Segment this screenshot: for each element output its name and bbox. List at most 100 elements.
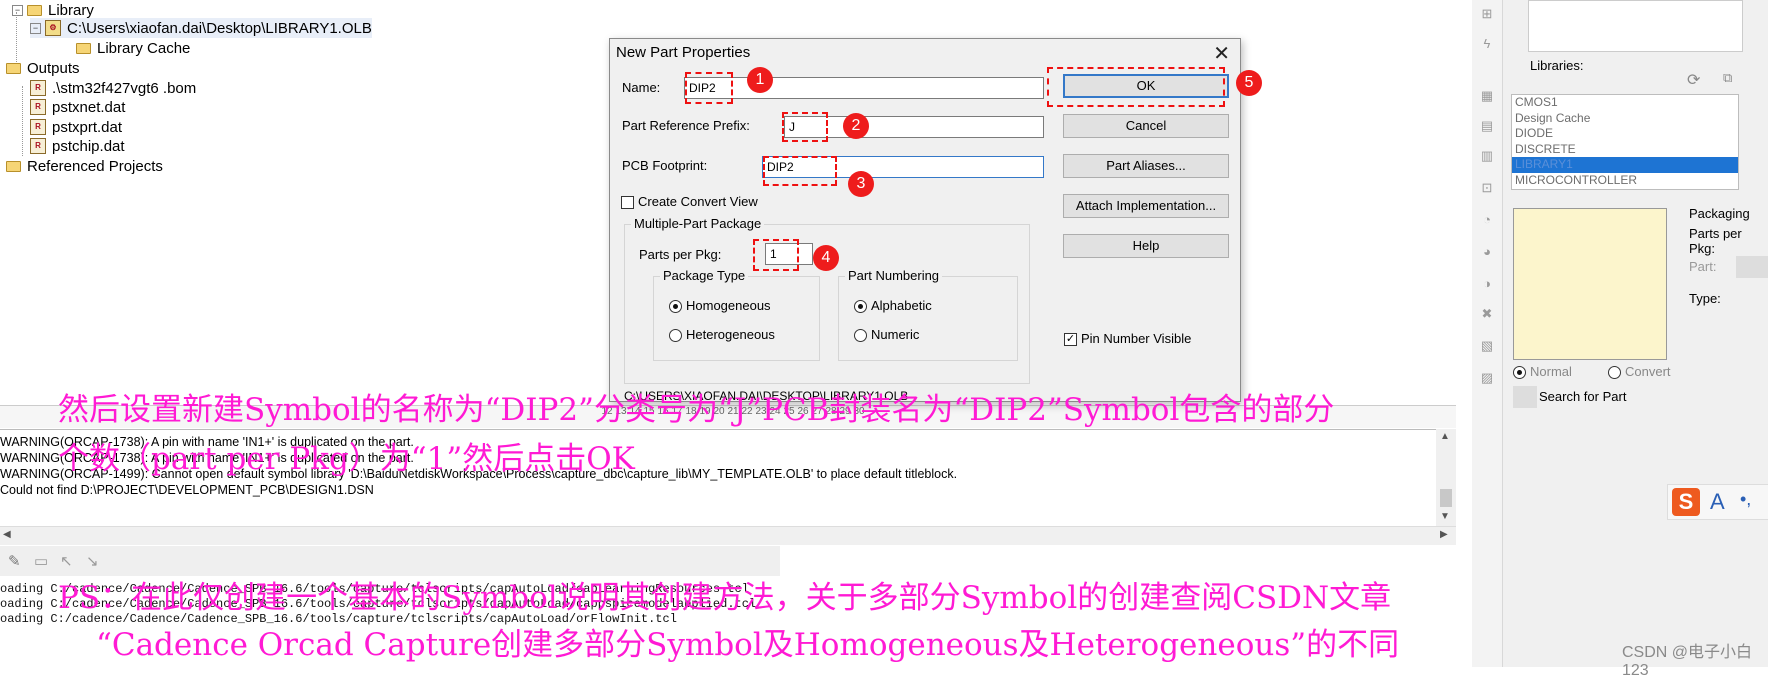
- tree-item-bom[interactable]: R .\stm32f427vgt6 .bom: [30, 78, 196, 98]
- log-line: Could not find D:\PROJECT\DEVELOPMENT_PC…: [0, 483, 374, 497]
- part-select[interactable]: [1736, 256, 1768, 278]
- highlight-footprint: [763, 156, 837, 186]
- annotation-text: “Cadence Orcad Capture创建多部分Symbol及Homoge…: [96, 627, 1400, 663]
- tool-icon[interactable]: ◔: [1479, 212, 1495, 227]
- report-file-icon: R: [30, 119, 46, 135]
- tool-icon[interactable]: ↘: [86, 552, 99, 570]
- log-vertical-scrollbar[interactable]: ▲ ▼: [1436, 429, 1456, 526]
- pin-number-visible-label: Pin Number Visible: [1081, 331, 1192, 346]
- step-badge-3: 3: [848, 171, 874, 197]
- footprint-label: PCB Footprint:: [622, 158, 708, 173]
- tree-item-pstchip[interactable]: R pstchip.dat: [30, 136, 125, 156]
- heterogeneous-radio[interactable]: Heterogeneous: [669, 327, 775, 343]
- tool-icon[interactable]: ▤: [1479, 118, 1495, 133]
- tool-icon[interactable]: ◕: [1479, 244, 1495, 259]
- ime-mode-label: A: [1710, 489, 1725, 514]
- tool-icon[interactable]: ◑: [1479, 276, 1495, 291]
- tree-item-label: C:\Users\xiaofan.dai\Desktop\LIBRARY1.OL…: [67, 19, 372, 37]
- package-type-group: Package Type Homogeneous Heterogeneous: [653, 268, 820, 361]
- tree-item-library-cache[interactable]: Library Cache: [76, 38, 190, 58]
- radio-icon: [669, 300, 682, 314]
- tool-icon[interactable]: ϟ: [1479, 36, 1495, 51]
- step-badge-5: 5: [1236, 70, 1262, 96]
- tree-item-label: Library: [48, 1, 94, 19]
- scroll-down-icon[interactable]: ▼: [1440, 511, 1450, 522]
- annotation-text: 个数（part per Pkg）为“1”然后点击OK: [58, 441, 635, 477]
- radio-icon: [669, 329, 682, 343]
- scroll-right-icon[interactable]: ▶: [1440, 529, 1448, 540]
- add-library-icon[interactable]: ⧉: [1723, 70, 1732, 86]
- library-item[interactable]: DIODE: [1512, 126, 1738, 142]
- folder-icon: [27, 4, 42, 16]
- scroll-up-icon[interactable]: ▲: [1440, 431, 1450, 442]
- checkbox-checked-icon: ✓: [1064, 333, 1077, 347]
- collapse-icon[interactable]: −: [30, 22, 41, 34]
- name-field[interactable]: DIP2: [684, 77, 1044, 99]
- tool-icon[interactable]: ▦: [1479, 88, 1495, 103]
- refresh-icon[interactable]: ⟳: [1687, 70, 1700, 90]
- part-name-box[interactable]: [1528, 0, 1743, 52]
- library-item[interactable]: Design Cache: [1512, 111, 1738, 127]
- ime-toolbar[interactable]: S A •,: [1667, 484, 1768, 520]
- search-expand-icon[interactable]: [1513, 386, 1537, 408]
- annotation-text: PS：在此仅创建一个基本的Symbol说明其创建方法，关于多部分Symbol的创…: [58, 580, 1392, 616]
- search-for-part-label[interactable]: Search for Part: [1539, 389, 1626, 404]
- libraries-list[interactable]: CMOS1 Design Cache DIODE DISCRETE LIBRAR…: [1511, 94, 1739, 190]
- tool-icon[interactable]: ✖: [1479, 306, 1495, 321]
- alphabetic-radio[interactable]: Alphabetic: [854, 298, 932, 314]
- convert-radio[interactable]: Convert: [1608, 364, 1671, 380]
- pin-number-visible-checkbox[interactable]: ✓ Pin Number Visible: [1064, 331, 1192, 347]
- create-convert-label: Create Convert View: [638, 194, 758, 209]
- normal-radio[interactable]: Normal: [1513, 364, 1572, 380]
- tree-item-pstxprt[interactable]: R pstxprt.dat: [30, 117, 122, 137]
- numeric-radio[interactable]: Numeric: [854, 327, 919, 343]
- tree-item-olb[interactable]: − ⚙ C:\Users\xiaofan.dai\Desktop\LIBRARY…: [30, 18, 372, 38]
- tool-icon[interactable]: ⊡: [1479, 180, 1495, 195]
- part-aliases-button[interactable]: Part Aliases...: [1063, 154, 1229, 178]
- tool-icon[interactable]: ▨: [1479, 370, 1495, 385]
- alphabetic-label: Alphabetic: [871, 298, 932, 313]
- highlight-name: [685, 72, 733, 104]
- tree-item-referenced[interactable]: Referenced Projects: [6, 156, 163, 176]
- tree-item-label: .\stm32f427vgt6 .bom: [52, 79, 197, 97]
- library-item-selected[interactable]: LIBRARY1: [1512, 157, 1738, 173]
- radio-icon: [854, 329, 867, 343]
- homogeneous-radio[interactable]: Homogeneous: [669, 298, 771, 314]
- library-item[interactable]: CMOS1: [1512, 95, 1738, 111]
- tree-item-pstxnet[interactable]: R pstxnet.dat: [30, 97, 125, 117]
- tree-item-library[interactable]: − Library: [12, 0, 94, 20]
- close-icon[interactable]: ✕: [1213, 41, 1230, 66]
- vertical-toolbar: ⊞ ϟ ▦ ▤ ▥ ⊡ ◔ ◕ ◑ ✖ ▧ ▨: [1472, 0, 1503, 667]
- tool-icon[interactable]: ⊞: [1479, 6, 1495, 21]
- step-badge-2: 2: [843, 113, 869, 139]
- scroll-thumb[interactable]: [1440, 489, 1452, 507]
- library-item[interactable]: MICROCONTROLLER: [1512, 173, 1738, 189]
- tool-icon[interactable]: ✎: [8, 552, 21, 570]
- tree-item-outputs[interactable]: Outputs: [6, 58, 80, 78]
- tree-item-label: Outputs: [27, 59, 80, 77]
- tool-icon[interactable]: ▧: [1479, 338, 1495, 353]
- report-file-icon: R: [30, 80, 46, 96]
- homogeneous-label: Homogeneous: [686, 298, 771, 313]
- attach-implementation-button[interactable]: Attach Implementation...: [1063, 194, 1229, 218]
- tool-icon[interactable]: ▭: [34, 552, 48, 570]
- heterogeneous-label: Heterogeneous: [686, 327, 775, 342]
- help-button[interactable]: Help: [1063, 234, 1229, 258]
- collapse-icon[interactable]: −: [12, 4, 23, 16]
- step-badge-1: 1: [747, 67, 773, 93]
- scroll-left-icon[interactable]: ◀: [3, 529, 11, 540]
- tool-icon[interactable]: ↖: [60, 552, 73, 570]
- tree-item-label: Referenced Projects: [27, 157, 163, 175]
- package-type-title: Package Type: [660, 268, 749, 283]
- highlight-parts: [753, 239, 799, 271]
- type-label: Type:: [1689, 291, 1721, 306]
- library-item[interactable]: DISCRETE: [1512, 142, 1738, 158]
- create-convert-checkbox[interactable]: Create Convert View: [621, 194, 758, 210]
- tool-icon[interactable]: ▥: [1479, 148, 1495, 163]
- checkbox-icon: [621, 196, 634, 210]
- step-badge-4: 4: [813, 245, 839, 271]
- part-preview: [1513, 208, 1667, 360]
- folder-icon: [6, 160, 21, 172]
- cancel-button[interactable]: Cancel: [1063, 114, 1229, 138]
- log-horizontal-scrollbar[interactable]: ◀ ▶: [0, 526, 1456, 545]
